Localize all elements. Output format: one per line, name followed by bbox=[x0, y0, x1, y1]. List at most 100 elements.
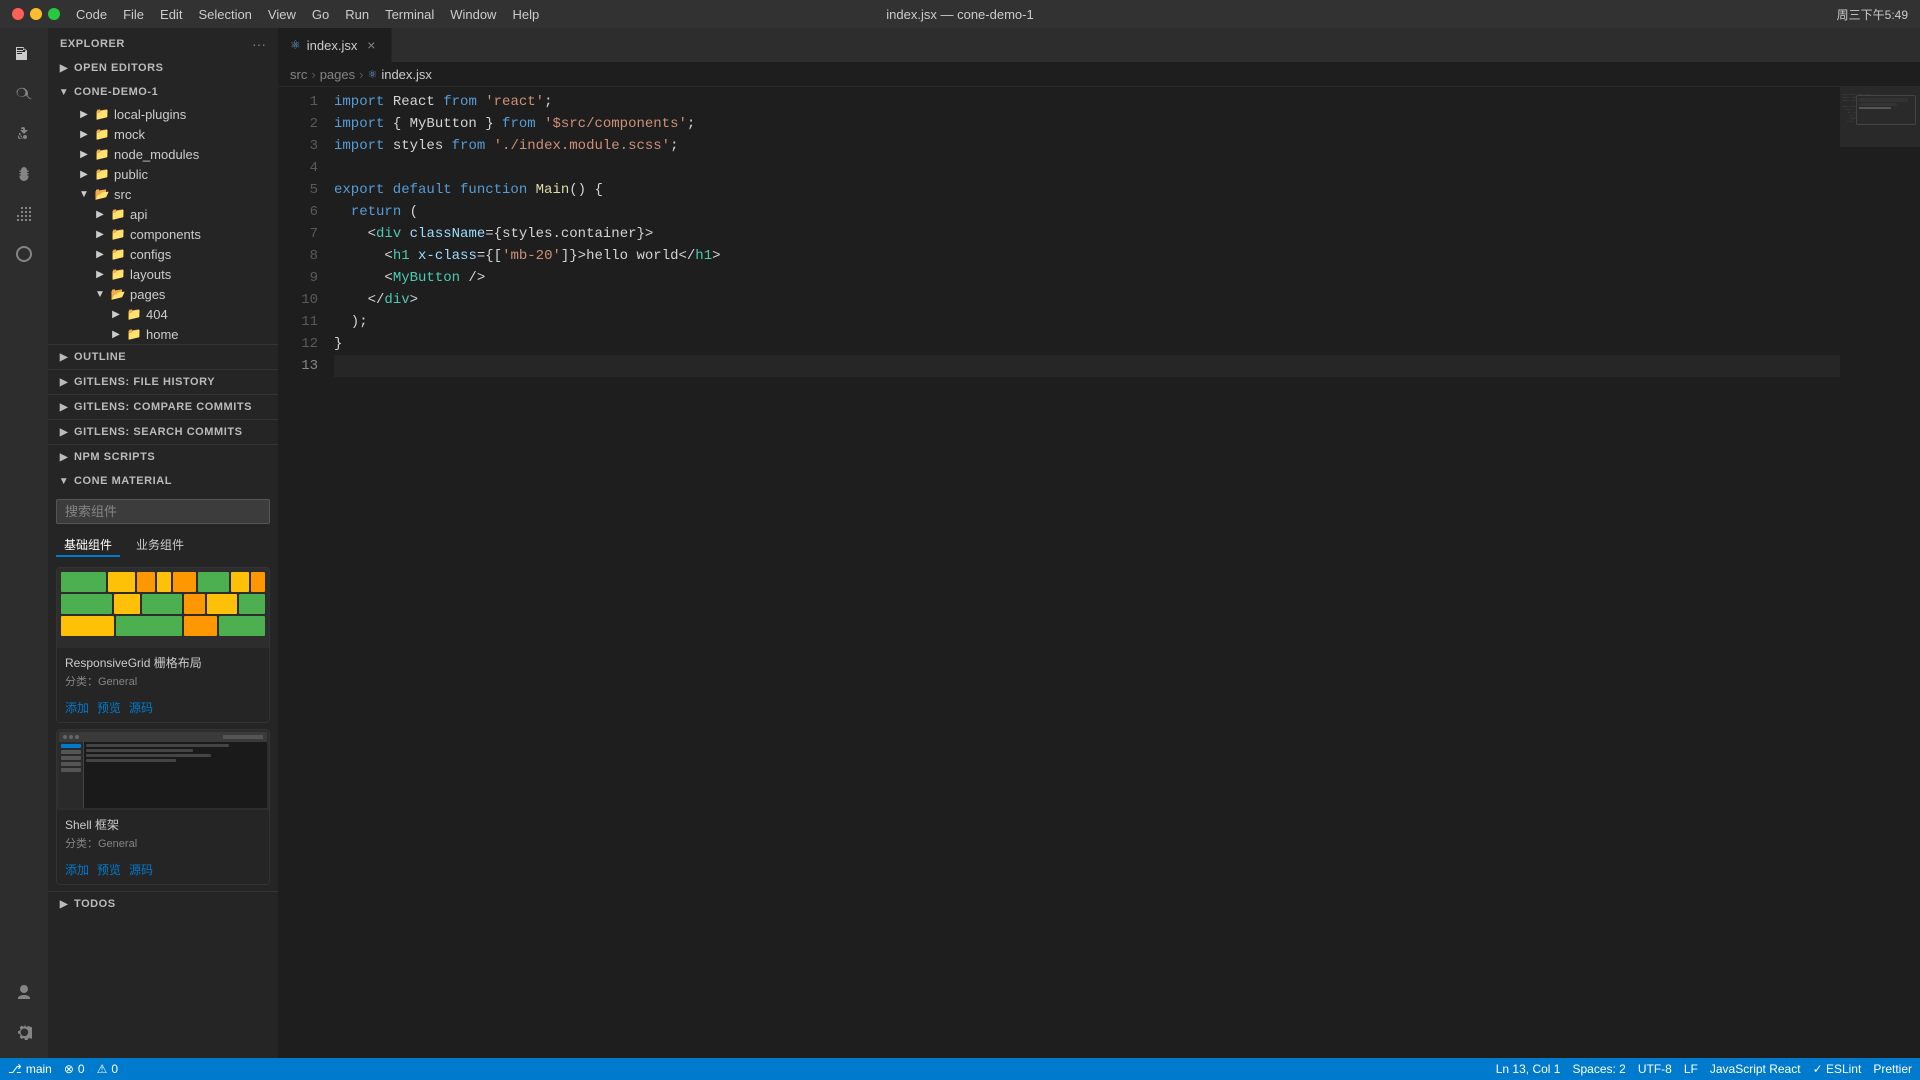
menu-view[interactable]: View bbox=[268, 7, 296, 22]
card-title-responsive-grid: ResponsiveGrid 栅格布局 bbox=[65, 654, 261, 671]
card-action-source-responsive-grid[interactable]: 源码 bbox=[129, 699, 153, 716]
tree-item-src[interactable]: 📂 src bbox=[48, 184, 278, 204]
line-num-5: 5 bbox=[278, 179, 318, 201]
maximize-button[interactable] bbox=[48, 8, 60, 20]
sidebar-more-icon[interactable]: ··· bbox=[252, 36, 266, 52]
shell-dot-3 bbox=[75, 735, 79, 739]
outline-header[interactable]: OUTLINE bbox=[48, 345, 278, 369]
gitlens-compare-header[interactable]: GITLENS: COMPARE COMMITS bbox=[48, 395, 278, 419]
activity-bar bbox=[0, 28, 48, 1058]
chevron-api bbox=[92, 206, 108, 222]
line-num-11: 11 bbox=[278, 311, 318, 333]
tree-item-layouts[interactable]: 📁 layouts bbox=[48, 264, 278, 284]
card-action-source-shell[interactable]: 源码 bbox=[129, 861, 153, 878]
menu-window[interactable]: Window bbox=[450, 7, 496, 22]
breadcrumb-file[interactable]: index.jsx bbox=[381, 67, 432, 82]
status-spaces[interactable]: Spaces: 2 bbox=[1572, 1062, 1625, 1076]
tree-item-public[interactable]: 📁 public bbox=[48, 164, 278, 184]
sidebar-header: EXPLORER ··· bbox=[48, 28, 278, 56]
menu-code[interactable]: Code bbox=[76, 7, 107, 22]
label-components: components bbox=[130, 227, 201, 242]
shell-sidebar-item-4 bbox=[61, 762, 81, 766]
activity-extensions[interactable] bbox=[6, 196, 42, 232]
card-action-preview-responsive-grid[interactable]: 预览 bbox=[97, 699, 121, 716]
chevron-home bbox=[108, 326, 124, 342]
gitlens-history-chevron bbox=[56, 374, 72, 390]
card-action-add-shell[interactable]: 添加 bbox=[65, 861, 89, 878]
project-header[interactable]: CONE-DEMO-1 bbox=[48, 80, 278, 104]
cone-material-header[interactable]: CONE MATERIAL bbox=[48, 469, 278, 493]
label-pages: pages bbox=[130, 287, 165, 302]
close-button[interactable] bbox=[12, 8, 24, 20]
activity-bottom bbox=[6, 974, 42, 1058]
grid-cell bbox=[231, 572, 249, 592]
chevron-node-modules bbox=[76, 146, 92, 162]
activity-debug[interactable] bbox=[6, 156, 42, 192]
activity-settings[interactable] bbox=[6, 1014, 42, 1050]
editor-scroll: 1 2 3 4 5 6 7 8 9 10 11 12 13 import Rea… bbox=[278, 87, 1920, 1058]
tree-item-components[interactable]: 📁 components bbox=[48, 224, 278, 244]
todos-chevron bbox=[56, 896, 72, 912]
gitlens-search-header[interactable]: GITLENS: SEARCH COMMITS bbox=[48, 420, 278, 444]
status-language[interactable]: JavaScript React bbox=[1710, 1062, 1801, 1076]
menu-terminal[interactable]: Terminal bbox=[385, 7, 434, 22]
tree-item-api[interactable]: 📁 api bbox=[48, 204, 278, 224]
line-num-8: 8 bbox=[278, 245, 318, 267]
grid-cell bbox=[61, 616, 114, 636]
tree-item-mock[interactable]: 📁 mock bbox=[48, 124, 278, 144]
breadcrumb-src[interactable]: src bbox=[290, 67, 307, 82]
activity-remote[interactable] bbox=[6, 236, 42, 272]
shell-content-area bbox=[84, 742, 267, 808]
folder-icon-configs: 📁 bbox=[110, 246, 126, 262]
tree-item-node-modules[interactable]: 📁 node_modules bbox=[48, 144, 278, 164]
npm-header[interactable]: NPM SCRIPTS bbox=[48, 445, 278, 469]
status-eol[interactable]: LF bbox=[1684, 1062, 1698, 1076]
minimize-button[interactable] bbox=[30, 8, 42, 20]
activity-source-control[interactable] bbox=[6, 116, 42, 152]
component-card-responsive-grid[interactable]: ResponsiveGrid 栅格布局 分类：General 添加 预览 源码 bbox=[56, 567, 270, 723]
activity-explorer[interactable] bbox=[6, 36, 42, 72]
activity-account[interactable] bbox=[6, 974, 42, 1010]
status-eslint[interactable]: ✓ ESLint bbox=[1813, 1062, 1862, 1076]
tree-item-404[interactable]: 📁 404 bbox=[48, 304, 278, 324]
menu-go[interactable]: Go bbox=[312, 7, 329, 22]
status-cursor[interactable]: Ln 13, Col 1 bbox=[1496, 1062, 1561, 1076]
outline-label: OUTLINE bbox=[74, 351, 126, 363]
open-editors-header[interactable]: OPEN EDITORS bbox=[48, 56, 278, 80]
component-card-shell[interactable]: Shell 框架 分类：General 添加 预览 源码 bbox=[56, 729, 270, 885]
tab-basic-components[interactable]: 基础组件 bbox=[56, 534, 120, 557]
tree-item-local-plugins[interactable]: 📁 local-plugins bbox=[48, 104, 278, 124]
tree-item-pages[interactable]: 📂 pages bbox=[48, 284, 278, 304]
gitlens-history-header[interactable]: GITLENS: FILE HISTORY bbox=[48, 370, 278, 394]
grid-cell bbox=[184, 616, 217, 636]
card-info-shell: Shell 框架 分类：General bbox=[57, 810, 269, 857]
todos-header[interactable]: TODOS bbox=[48, 892, 278, 916]
activity-search[interactable] bbox=[6, 76, 42, 112]
minimap: import React from 'react'; import { MyBu… bbox=[1840, 87, 1920, 1058]
line-num-1: 1 bbox=[278, 91, 318, 113]
status-prettier[interactable]: Prettier bbox=[1873, 1062, 1912, 1076]
menu-selection[interactable]: Selection bbox=[198, 7, 251, 22]
tab-business-components[interactable]: 业务组件 bbox=[128, 534, 192, 557]
status-branch[interactable]: ⎇ main bbox=[8, 1062, 52, 1076]
cone-panel-body: 基础组件 业务组件 bbox=[48, 493, 278, 891]
menu-edit[interactable]: Edit bbox=[160, 7, 182, 22]
menu-file[interactable]: File bbox=[123, 7, 144, 22]
code-editor[interactable]: import React from 'react'; import { MyBu… bbox=[326, 87, 1840, 1058]
status-warnings[interactable]: ⚠ 0 bbox=[97, 1062, 118, 1076]
breadcrumb-pages[interactable]: pages bbox=[320, 67, 355, 82]
tree-item-home[interactable]: 📁 home bbox=[48, 324, 278, 344]
folder-icon-404: 📁 bbox=[126, 306, 142, 322]
git-branch-icon: ⎇ bbox=[8, 1062, 22, 1076]
menu-run[interactable]: Run bbox=[345, 7, 369, 22]
card-action-preview-shell[interactable]: 预览 bbox=[97, 861, 121, 878]
card-action-add-responsive-grid[interactable]: 添加 bbox=[65, 699, 89, 716]
component-search-input[interactable] bbox=[56, 499, 270, 524]
tab-index-jsx[interactable]: ⚛ index.jsx × bbox=[278, 28, 392, 62]
tab-close-button[interactable]: × bbox=[363, 37, 379, 53]
menu-help[interactable]: Help bbox=[512, 7, 539, 22]
card-preview-responsive-grid bbox=[57, 568, 269, 648]
status-errors[interactable]: ⊗ 0 bbox=[64, 1062, 85, 1076]
tree-item-configs[interactable]: 📁 configs bbox=[48, 244, 278, 264]
status-encoding[interactable]: UTF-8 bbox=[1638, 1062, 1672, 1076]
